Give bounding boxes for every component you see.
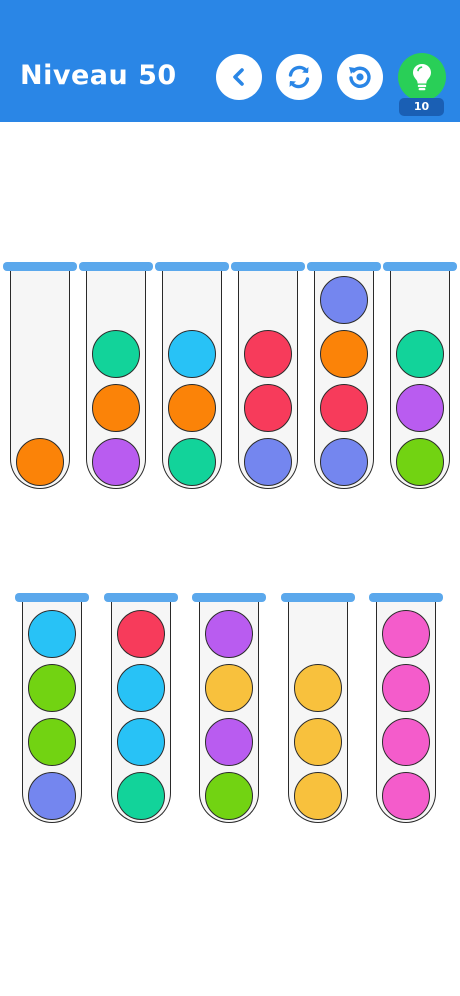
hint-count-badge: 10 <box>399 98 444 116</box>
ball-yellow <box>294 718 342 766</box>
restart-icon <box>288 65 310 89</box>
ball-pink <box>382 664 430 712</box>
ball-periwinkle <box>320 276 368 324</box>
tube-1[interactable] <box>3 262 77 489</box>
ball-sky <box>28 610 76 658</box>
undo-icon <box>349 66 371 88</box>
ball-teal <box>168 438 216 486</box>
ball-orange <box>168 384 216 432</box>
ball-pink <box>382 610 430 658</box>
tube-10[interactable] <box>281 593 355 823</box>
ball-teal <box>92 330 140 378</box>
ball-purple <box>205 610 253 658</box>
ball-teal <box>396 330 444 378</box>
back-button[interactable] <box>216 54 262 100</box>
ball-pink <box>382 718 430 766</box>
tube-rim <box>3 262 77 271</box>
top-bar: Niveau 50 10 <box>0 0 460 122</box>
ball-lime <box>396 438 444 486</box>
ball-red <box>244 330 292 378</box>
ball-red <box>117 610 165 658</box>
tube-8[interactable] <box>104 593 178 823</box>
ball-sky <box>168 330 216 378</box>
tube-rim <box>79 262 153 271</box>
ball-lime <box>28 664 76 712</box>
tube-rim <box>192 593 266 602</box>
ball-purple <box>205 718 253 766</box>
tube-11[interactable] <box>369 593 443 823</box>
ball-teal <box>117 772 165 820</box>
ball-red <box>320 384 368 432</box>
tube-3[interactable] <box>155 262 229 489</box>
ball-yellow <box>294 772 342 820</box>
tube-rim <box>155 262 229 271</box>
ball-purple <box>92 438 140 486</box>
tube-rim <box>307 262 381 271</box>
tube-rim <box>281 593 355 602</box>
ball-periwinkle <box>244 438 292 486</box>
tube-rim <box>369 593 443 602</box>
ball-pink <box>382 772 430 820</box>
ball-sky <box>117 718 165 766</box>
ball-lime <box>205 772 253 820</box>
tube-6[interactable] <box>383 262 457 489</box>
tube-4[interactable] <box>231 262 305 489</box>
level-title: Niveau 50 <box>20 60 177 91</box>
ball-red <box>244 384 292 432</box>
ball-periwinkle <box>28 772 76 820</box>
ball-yellow <box>294 664 342 712</box>
ball-orange <box>320 330 368 378</box>
ball-sky <box>117 664 165 712</box>
undo-button[interactable] <box>337 54 383 100</box>
chevron-left-icon <box>233 68 244 86</box>
tube-9[interactable] <box>192 593 266 823</box>
tube-rim <box>383 262 457 271</box>
tube-5[interactable] <box>307 262 381 489</box>
ball-periwinkle <box>320 438 368 486</box>
hint-button[interactable] <box>398 53 446 101</box>
ball-orange <box>92 384 140 432</box>
tube-2[interactable] <box>79 262 153 489</box>
tube-rim <box>231 262 305 271</box>
ball-yellow <box>205 664 253 712</box>
lightbulb-icon <box>413 64 431 91</box>
restart-button[interactable] <box>276 54 322 100</box>
tube-rim <box>104 593 178 602</box>
ball-orange <box>16 438 64 486</box>
ball-purple <box>396 384 444 432</box>
ball-lime <box>28 718 76 766</box>
tube-rim <box>15 593 89 602</box>
tube-7[interactable] <box>15 593 89 823</box>
